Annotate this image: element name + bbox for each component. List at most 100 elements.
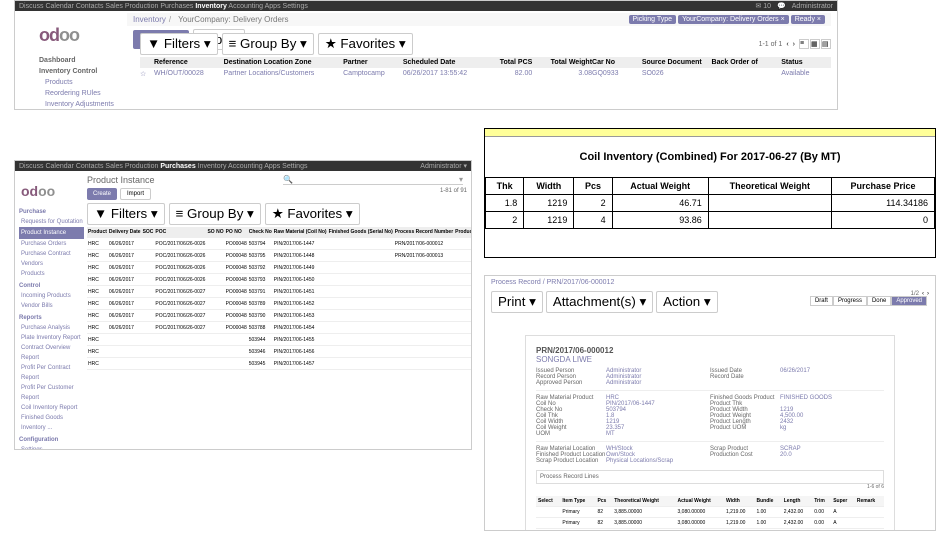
col-header[interactable]: Scheduled Date	[403, 59, 483, 66]
sidebar-products[interactable]: Products	[39, 77, 114, 88]
menu-discuss[interactable]: Discuss	[19, 163, 44, 170]
menu-contacts[interactable]: Contacts	[76, 3, 104, 10]
sidebar-item[interactable]: Plate Inventory Report	[19, 333, 84, 343]
sidebar-item[interactable]: Product Instance	[19, 227, 84, 239]
sidebar-reorder[interactable]: Reordering RUles	[39, 88, 114, 99]
col-header[interactable]: SO NO	[206, 227, 224, 238]
table-row[interactable]: Primary823,885.000003,080.000001,219.001…	[536, 518, 884, 529]
action-button[interactable]: Action ▾	[656, 291, 717, 313]
star-icon[interactable]: ☆	[140, 70, 154, 78]
table-row[interactable]: HRC06/26/2017POC/2017/06/26-0027PO000485…	[87, 322, 472, 334]
col-header[interactable]: Select	[536, 496, 560, 507]
table-row[interactable]: HRC503944PIN/2017/06-1455HOT/SPHC1類2.80 …	[87, 334, 472, 346]
import-button[interactable]: Import	[120, 188, 151, 200]
table-row[interactable]: HRC06/26/2017POC/2017/06/26-0026PO000485…	[87, 238, 472, 250]
sidebar-item[interactable]: Finished Goods Inventory ...	[19, 413, 84, 433]
filters-button[interactable]: ▼ Filters ▾	[140, 33, 218, 55]
sidebar-item[interactable]: Profit Per Customer Report	[19, 383, 84, 403]
col-header[interactable]: Partner	[343, 59, 403, 66]
pager-next-icon[interactable]: ›	[927, 291, 929, 313]
col-header[interactable]: Item Type	[560, 496, 595, 507]
table-row[interactable]: ☆ WH/OUT/00028 Partner Locations/Custome…	[140, 68, 831, 80]
list-view-icon[interactable]: ≡	[799, 39, 809, 49]
sidebar-inventory-control[interactable]: Inventory Control	[39, 66, 114, 77]
groupby-button[interactable]: ≡ Group By ▾	[222, 33, 314, 55]
col-header[interactable]: Super	[831, 496, 855, 507]
status-draft[interactable]: Draft	[810, 296, 833, 306]
menu-calendar[interactable]: Calendar	[45, 163, 73, 170]
col-header[interactable]: Destination Location Zone	[224, 59, 343, 66]
col-header[interactable]: Raw Material (Coil No)	[273, 227, 328, 238]
menu-production[interactable]: Production	[125, 3, 158, 10]
col-header[interactable]: Production Date	[454, 227, 472, 238]
col-header[interactable]: Status	[781, 59, 831, 66]
table-row[interactable]: HRC06/26/2017POC/2017/06/26-0026PO000485…	[87, 250, 472, 262]
status-progress[interactable]: Progress	[833, 296, 867, 306]
menu-sales[interactable]: Sales	[105, 3, 123, 10]
favorites-button[interactable]: ★ Favorites ▾	[265, 203, 360, 225]
col-header[interactable]: Process Record Number	[394, 227, 454, 238]
calendar-view-icon[interactable]: ▤	[821, 39, 831, 49]
col-header[interactable]: Total PCS	[483, 59, 533, 66]
col-header[interactable]: Back Order of	[712, 59, 782, 66]
sidebar-inv-adj[interactable]: Inventory Adjustments	[39, 99, 114, 110]
status-approved[interactable]: Approved	[891, 296, 927, 306]
col-header[interactable]: Pcs	[595, 496, 612, 507]
col-header[interactable]: Total Weight	[532, 59, 592, 66]
table-row[interactable]: HRC06/26/2017POC/2017/06/26-0027PO000485…	[87, 286, 472, 298]
col-header[interactable]: Trim	[812, 496, 831, 507]
table-row[interactable]: HRC503946PIN/2017/06-1456HOT/SPHC1類2.80 …	[87, 346, 472, 358]
col-header[interactable]: Actual Weight	[676, 496, 724, 507]
search-icon[interactable]: 🔍	[283, 175, 293, 184]
groupby-button[interactable]: ≡ Group By ▾	[169, 203, 261, 225]
sidebar-item[interactable]: Profit Per Contract Report	[19, 363, 84, 383]
col-header[interactable]: Remark	[855, 496, 884, 507]
menu-contacts[interactable]: Contacts	[76, 163, 104, 170]
sidebar-item[interactable]: Incoming Products	[19, 291, 84, 301]
col-header[interactable]: Theoretical Weight	[612, 496, 675, 507]
menu-discuss[interactable]: Discuss	[19, 3, 44, 10]
filters-button[interactable]: ▼ Filters ▾	[87, 203, 165, 225]
menu-apps[interactable]: Apps	[264, 163, 280, 170]
table-row[interactable]: HRC06/26/2017POC/2017/06/26-0027PO000485…	[87, 310, 472, 322]
menu-production[interactable]: Production	[125, 163, 158, 170]
status-done[interactable]: Done	[867, 296, 891, 306]
sidebar-dashboard[interactable]: Dashboard	[39, 55, 114, 66]
menu-accounting[interactable]: Accounting	[228, 163, 263, 170]
sidebar-item[interactable]: Products	[19, 269, 84, 279]
col-header[interactable]: Check No	[248, 227, 273, 238]
sidebar-item[interactable]: Contract Overview Report	[19, 343, 84, 363]
table-row[interactable]: HRC06/26/2017POC/2017/06/26-0026PO000485…	[87, 262, 472, 274]
col-header[interactable]: Car No	[592, 59, 642, 66]
col-header[interactable]: PO NO	[225, 227, 248, 238]
chat-icon[interactable]: 💬	[777, 2, 786, 10]
menu-settings[interactable]: Settings	[283, 3, 308, 10]
menu-calendar[interactable]: Calendar	[45, 3, 73, 10]
print-button[interactable]: Print ▾	[491, 291, 543, 313]
filter-tag[interactable]: Ready ×	[791, 15, 825, 24]
filter-tag[interactable]: Picking Type	[629, 15, 677, 24]
menu-inventory[interactable]: Inventory	[198, 163, 227, 170]
favorites-button[interactable]: ★ Favorites ▾	[318, 33, 413, 55]
sidebar-item[interactable]: Purchase Contract	[19, 249, 84, 259]
sidebar-item[interactable]: Vendors	[19, 259, 84, 269]
sidebar-item[interactable]: Settings	[19, 445, 84, 450]
col-header[interactable]: Delivery Date	[108, 227, 142, 238]
user-menu[interactable]: Administrator	[792, 3, 833, 10]
create-button[interactable]: Create	[87, 188, 117, 200]
attachment-button[interactable]: Attachment(s) ▾	[546, 291, 653, 313]
menu-purchases[interactable]: Purchases	[160, 3, 193, 10]
sidebar-item[interactable]: Coil Inventory Report	[19, 403, 84, 413]
table-row[interactable]: HRC06/26/2017POC/2017/06/26-0027PO000485…	[87, 298, 472, 310]
col-header[interactable]: POC	[154, 227, 206, 238]
menu-accounting[interactable]: Accounting	[228, 3, 263, 10]
user-menu[interactable]: Administrator ▾	[420, 162, 467, 170]
menu-sales[interactable]: Sales	[105, 163, 123, 170]
search-expand-icon[interactable]: ▾	[459, 175, 463, 184]
menu-settings[interactable]: Settings	[282, 163, 307, 170]
sidebar-item[interactable]: Purchase Orders	[19, 239, 84, 249]
table-row[interactable]: HRC06/26/2017POC/2017/06/26-0026PO000485…	[87, 274, 472, 286]
col-header[interactable]: Reference	[154, 59, 224, 66]
pager-next-icon[interactable]: ›	[793, 41, 795, 48]
filter-tag[interactable]: YourCompany: Delivery Orders ×	[678, 15, 789, 24]
